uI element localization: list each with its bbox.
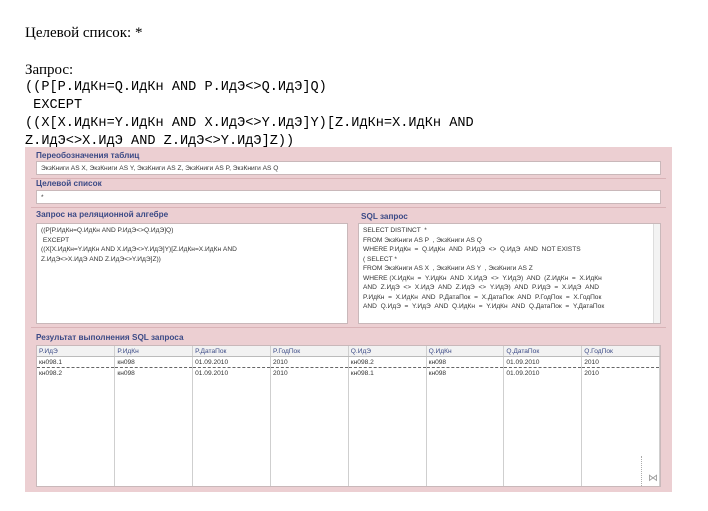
query-label: Запрос: <box>25 62 74 78</box>
resize-grip-icon[interactable]: ⋈ <box>648 473 658 484</box>
table-row[interactable]: кн098.1 кн098 01.09.2010 2010 кн098.2 кн… <box>37 356 660 368</box>
column-header[interactable]: Q.ДатаПок <box>503 346 583 357</box>
sql-line: FROM ЭкзКниги AS X , ЭкзКниги AS Y , Экз… <box>363 265 533 272</box>
table-cell: кн098 <box>114 367 194 378</box>
sql-line: WHERE P.ИдКн = Q.ИдКн AND P.ИдЭ <> Q.ИдЭ… <box>363 246 581 253</box>
query-app-window: Переобозначения таблиц ЭкзКниги AS X, Эк… <box>25 147 672 492</box>
column-header[interactable]: P.ИдЭ <box>37 346 116 357</box>
divider <box>31 178 666 179</box>
renames-title: Переобозначения таблиц <box>36 151 140 160</box>
divider <box>31 207 666 208</box>
result-grid[interactable]: P.ИдЭ P.ИдКн P.ДатаПок P.ГодПок Q.ИдЭ Q.… <box>36 345 661 487</box>
target-list-field[interactable]: * <box>36 190 661 204</box>
renames-field[interactable]: ЭкзКниги AS X, ЭкзКниги AS Y, ЭкзКниги A… <box>36 161 661 175</box>
column-header[interactable]: Q.ИдЭ <box>348 346 427 357</box>
table-cell: кн098 <box>114 356 194 368</box>
table-cell: кн098.1 <box>37 356 116 368</box>
sql-title: SQL запрос <box>361 212 408 221</box>
sql-scrollbar[interactable] <box>653 224 660 323</box>
column-header[interactable]: P.ГодПок <box>270 346 349 357</box>
renames-value: ЭкзКниги AS X, ЭкзКниги AS Y, ЭкзКниги A… <box>41 165 279 172</box>
table-cell: кн098.2 <box>348 356 427 368</box>
result-title: Результат выполнения SQL запроса <box>36 333 184 342</box>
table-cell: кн098 <box>426 367 505 378</box>
sql-line: AND Q.ИдЭ = Y.ИдЭ AND Q.ИдКн = Y.ИдКн AN… <box>363 303 605 310</box>
algebra-textarea[interactable]: ((P[P.ИдКн=Q.ИдКн AND P.ИдЭ<>Q.ИдЭ]Q) EX… <box>36 223 348 324</box>
column-header[interactable]: P.ДатаПок <box>192 346 271 357</box>
target-list-line: Целевой список: * <box>25 25 143 41</box>
table-cell: 2010 <box>581 356 660 368</box>
sql-line: WHERE (X.ИдКн = Y.ИдКн AND X.ИдЭ <> Y.Ид… <box>363 274 602 282</box>
table-cell: 01.09.2010 <box>503 367 583 378</box>
algebra-line: ((P[P.ИдКн=Q.ИдКн AND P.ИдЭ<>Q.ИдЭ]Q) <box>41 227 174 234</box>
table-cell: 01.09.2010 <box>503 356 583 368</box>
table-cell: 01.09.2010 <box>192 356 271 368</box>
table-cell: 01.09.2010 <box>192 367 271 378</box>
table-cell: кн098.2 <box>37 367 116 378</box>
divider <box>31 327 666 328</box>
table-cell: 2010 <box>270 356 349 368</box>
sql-line: SELECT DISTINCT * <box>363 227 427 234</box>
query-line-2: EXCEPT <box>25 98 83 113</box>
column-header[interactable]: Q.ГодПок <box>581 346 660 357</box>
algebra-title: Запрос на реляционной алгебре <box>36 210 169 219</box>
sql-textarea[interactable]: SELECT DISTINCT * FROM ЭкзКниги AS P , Э… <box>358 223 661 324</box>
result-header-row: P.ИдЭ P.ИдКн P.ДатаПок P.ГодПок Q.ИдЭ Q.… <box>37 346 660 357</box>
algebra-line: ((X[X.ИдКн=Y.ИдКн AND X.ИдЭ<>Y.ИдЭ]Y)[Z.… <box>41 246 237 253</box>
sql-line: ( SELECT * <box>363 255 397 263</box>
sql-line: AND Z.ИдЭ <> X.ИдЭ AND Z.ИдЭ <> Y.ИдЭ) A… <box>363 284 599 291</box>
column-header[interactable]: Q.ИдКн <box>426 346 505 357</box>
query-line-1: ((P[P.ИдКн=Q.ИдКн AND P.ИдЭ<>Q.ИдЭ]Q) <box>25 80 327 95</box>
table-cell: кн098 <box>426 356 505 368</box>
algebra-line: EXCEPT <box>41 236 70 244</box>
query-line-3: ((X[X.ИдКн=Y.ИдКн AND X.ИдЭ<>Y.ИдЭ]Y)[Z.… <box>25 116 474 131</box>
sql-line: P.ИдКн = X.ИдКн AND P.ДатаПок = X.ДатаПо… <box>363 293 602 301</box>
table-cell: 2010 <box>270 367 349 378</box>
table-row[interactable]: кн098.2 кн098 01.09.2010 2010 кн098.1 кн… <box>37 367 660 378</box>
target-list-title: Целевой список <box>36 179 102 188</box>
table-cell: 2010 <box>581 367 660 378</box>
grid-guide-line <box>641 456 643 486</box>
sql-line: FROM ЭкзКниги AS P , ЭкзКниги AS Q <box>363 236 482 244</box>
table-cell: кн098.1 <box>348 367 427 378</box>
algebra-line: Z.ИдЭ<>X.ИдЭ AND Z.ИдЭ<>Y.ИдЭ]Z)) <box>41 255 161 263</box>
target-list-value: * <box>41 194 44 201</box>
empty-grid-area <box>37 378 660 486</box>
column-header[interactable]: P.ИдКн <box>114 346 194 357</box>
